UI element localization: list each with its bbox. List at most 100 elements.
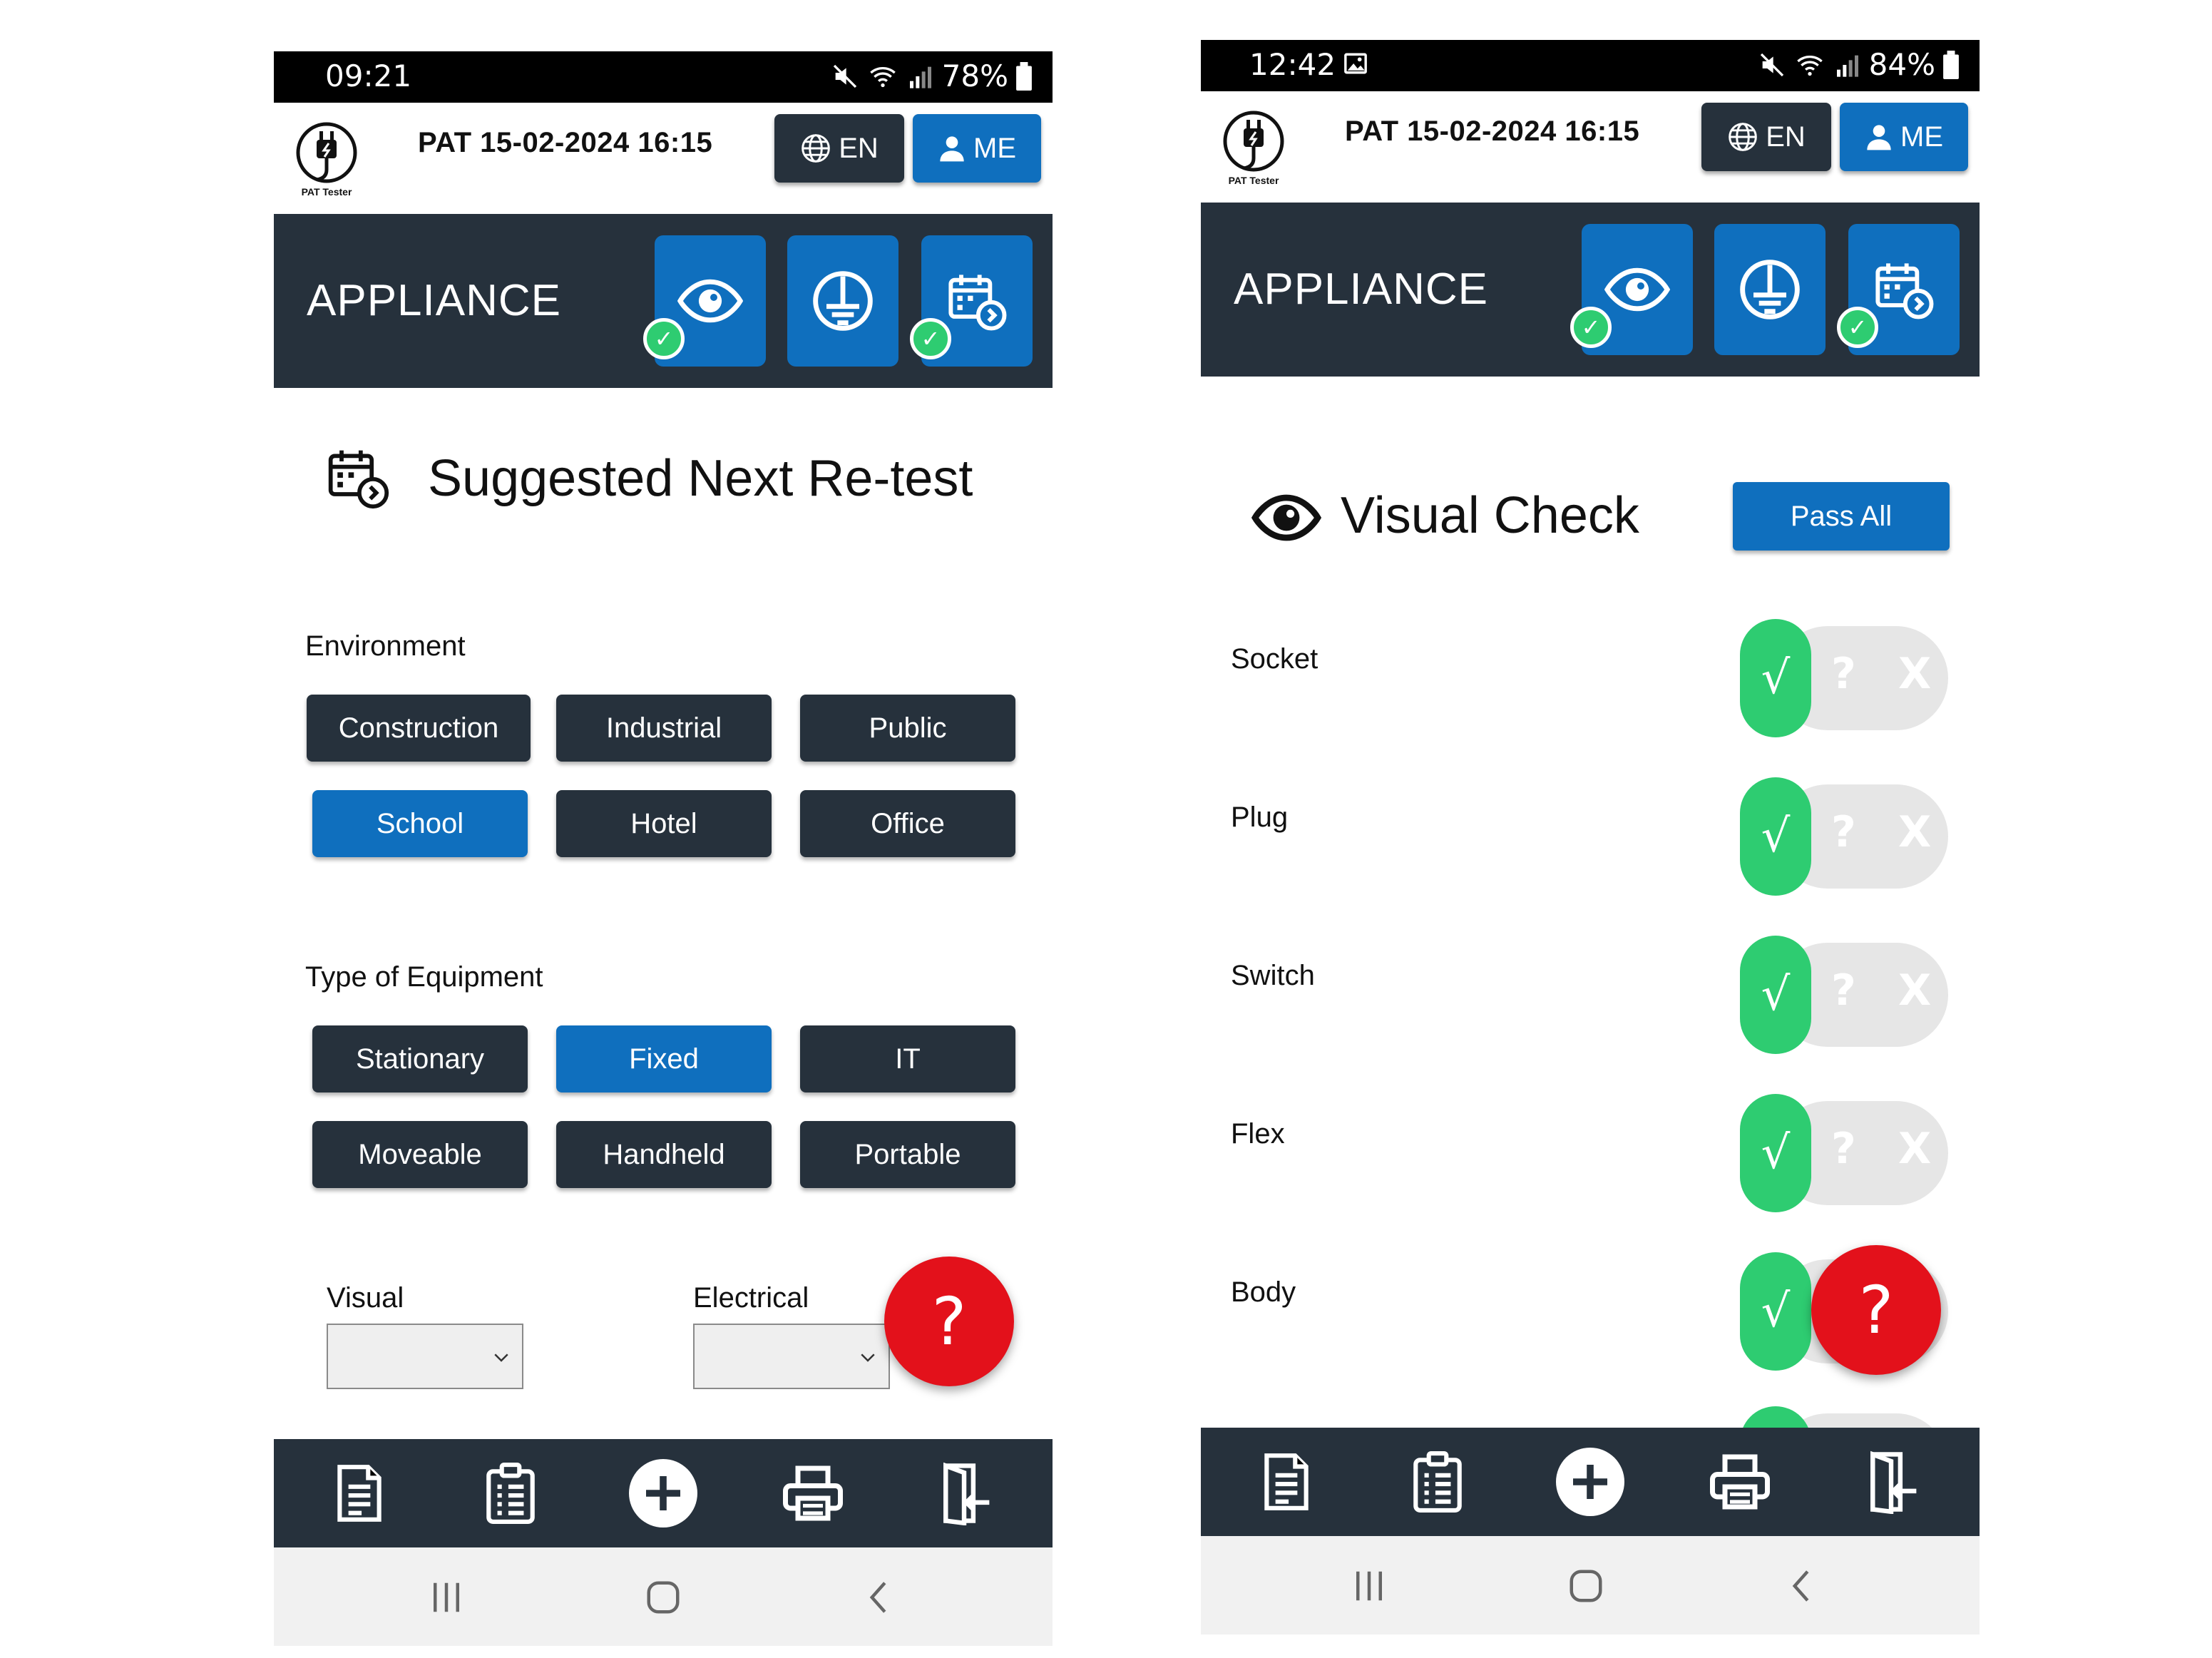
flex-toggle[interactable]: √ ? X [1740,1094,1948,1212]
recent-apps-button[interactable] [1341,1557,1398,1614]
unknown-option[interactable]: ? [1831,649,1856,699]
fail-option[interactable]: X [1898,807,1931,857]
nav-report-button[interactable] [302,1439,416,1547]
system-nav-bar [274,1547,1053,1646]
env-hotel-button[interactable]: Hotel [556,790,772,857]
fail-option[interactable]: X [1898,649,1931,699]
pass-all-button[interactable]: Pass All [1733,482,1950,551]
nav-print-button[interactable] [1683,1428,1797,1536]
fail-option[interactable]: X [1898,966,1931,1015]
help-button[interactable]: ? [884,1257,1014,1386]
nav-checklist-button[interactable] [1381,1428,1495,1536]
electrical-interval-label: Electrical [693,1282,809,1314]
back-button[interactable] [1774,1557,1831,1614]
pat-tester-logo: PAT Tester [296,122,357,198]
plug-toggle[interactable]: √ ? X [1740,777,1948,896]
equip-it-button[interactable]: IT [800,1025,1015,1092]
env-office-button[interactable]: Office [800,790,1015,857]
nav-exit-button[interactable] [1834,1428,1948,1536]
nav-add-button[interactable] [1533,1428,1647,1536]
appliance-band: APPLIANCE ✓ ✓ [274,214,1053,388]
battery-icon [1016,61,1032,91]
pass-option[interactable]: √ [1740,1094,1811,1212]
equip-handheld-button[interactable]: Handheld [556,1121,772,1188]
nav-checklist-button[interactable] [454,1439,568,1547]
printer-icon [783,1465,843,1521]
user-button[interactable]: ME [913,114,1041,183]
status-indicators: 78% [831,58,1033,93]
eye-icon [1251,494,1322,541]
visual-interval-label: Visual [327,1282,404,1314]
unknown-option[interactable]: ? [1831,966,1856,1015]
user-button[interactable]: ME [1840,103,1968,171]
signal-icon [1836,55,1858,77]
equip-fixed-button[interactable]: Fixed [556,1025,772,1092]
globe-icon [802,134,831,163]
unknown-option[interactable]: ? [1831,807,1856,857]
logo-text: PAT Tester [1229,175,1279,186]
home-icon [1570,1570,1602,1602]
earth-test-tile[interactable] [1714,224,1826,355]
page-title: PAT 15-02-2024 16:15 [1345,116,1640,147]
page-title: PAT 15-02-2024 16:15 [418,127,713,158]
appliance-band: APPLIANCE ✓ ✓ [1201,203,1980,377]
back-button[interactable] [851,1569,908,1626]
flex-label: Flex [1231,1118,1285,1150]
nav-report-button[interactable] [1229,1428,1343,1536]
earth-icon [1740,260,1800,319]
status-time: 12:42 [1249,47,1336,82]
socket-toggle[interactable]: √ ? X [1740,619,1948,737]
home-button[interactable] [1557,1557,1614,1614]
equipment-label: Type of Equipment [305,961,543,993]
eye-icon [1604,267,1670,312]
band-title: APPLIANCE [307,276,562,325]
retest-heading: Suggested Next Re-test [325,442,981,513]
visual-interval-select[interactable] [327,1324,523,1389]
equip-moveable-button[interactable]: Moveable [312,1121,528,1188]
fail-option[interactable]: X [1898,1124,1931,1174]
language-button[interactable]: EN [774,114,904,183]
right-screen: 12:42 84% PAT Tester PAT 15-02-2024 16:1… [1201,40,1980,1640]
recent-apps-icon [434,1582,459,1612]
help-button[interactable]: ? [1811,1245,1941,1375]
nav-add-button[interactable] [606,1439,720,1547]
home-button[interactable] [635,1569,692,1626]
electrical-interval-select[interactable] [693,1324,890,1389]
pass-option[interactable]: √ [1740,619,1811,737]
clipboard-icon [486,1463,535,1524]
left-screen: 09:21 78% PAT Tester PAT 15-02-2024 16:1… [274,51,1053,1649]
exit-icon [943,1462,990,1525]
globe-icon [1729,123,1758,151]
chevron-down-icon [861,1353,875,1362]
env-public-button[interactable]: Public [800,695,1015,762]
exit-icon [1870,1450,1917,1514]
user-icon [940,136,964,162]
switch-toggle[interactable]: √ ? X [1740,936,1948,1054]
earth-test-tile[interactable] [787,235,898,367]
language-button[interactable]: EN [1701,103,1831,171]
section-title: Suggested Next Re-test [428,450,973,507]
environment-label: Environment [305,630,466,662]
user-label: ME [1900,121,1943,153]
switch-label: Switch [1231,960,1315,991]
pass-option[interactable]: √ [1740,936,1811,1054]
equip-portable-button[interactable]: Portable [800,1121,1015,1188]
nav-exit-button[interactable] [907,1439,1021,1547]
wifi-icon [1796,55,1823,76]
unknown-option[interactable]: ? [1831,1124,1856,1174]
env-industrial-button[interactable]: Industrial [556,695,772,762]
status-bar: 12:42 84% [1201,40,1980,91]
env-school-button[interactable]: School [312,790,528,857]
printer-icon [1710,1454,1770,1510]
pass-option[interactable]: √ [1740,1252,1811,1371]
add-icon [1556,1448,1624,1516]
system-nav-bar [1201,1536,1980,1634]
recent-apps-button[interactable] [418,1569,475,1626]
language-label: EN [1766,121,1806,153]
equip-stationary-button[interactable]: Stationary [312,1025,528,1092]
nav-print-button[interactable] [756,1439,870,1547]
band-title: APPLIANCE [1234,265,1489,314]
pat-tester-logo: PAT Tester [1223,111,1284,186]
env-construction-button[interactable]: Construction [307,695,531,762]
pass-option[interactable]: √ [1740,777,1811,896]
